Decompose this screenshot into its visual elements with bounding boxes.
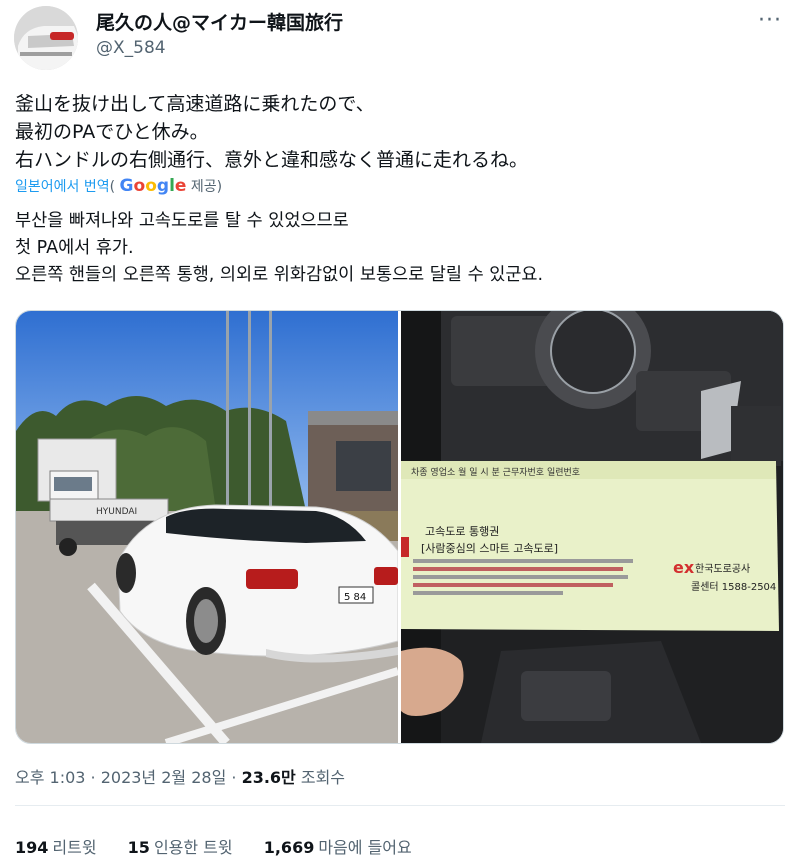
- ticket-photo[interactable]: 차종 영업소 월 일 시 분 근무자번호 일련번호 고속도로 통행권 [사람중심…: [401, 311, 783, 743]
- translated-text: 부산을 빠져나와 고속도로를 탈 수 있었으므로 첫 PA에서 휴가. 오른쪽 …: [15, 211, 544, 285]
- svg-text:콜센터 1588-2504: 콜센터 1588-2504: [691, 581, 776, 593]
- tweet-meta: 오후 1:03 · 2023년 2월 28일 · 23.6만 조회수: [15, 768, 346, 787]
- quote-tweets-stat[interactable]: 15 인용한 트윗: [128, 838, 233, 857]
- translation-attribution: 일본어에서 번역( Google 제공): [15, 176, 223, 196]
- car-photo[interactable]: HYUNDAI 5 84: [16, 311, 398, 743]
- svg-text:HYUNDAI: HYUNDAI: [96, 507, 137, 517]
- retweets-stat[interactable]: 194 리트윗: [15, 838, 97, 857]
- svg-text:ex: ex: [673, 558, 695, 577]
- svg-text:고속도로 통행권: 고속도로 통행권: [425, 525, 499, 538]
- user-handle[interactable]: @X_584: [96, 38, 166, 58]
- svg-text:[사람중심의 스마트 고속도로]: [사람중심의 스마트 고속도로]: [421, 542, 558, 555]
- timestamp[interactable]: 오후 1:03 · 2023년 2월 28일 ·: [15, 768, 242, 787]
- svg-text:5 84: 5 84: [344, 592, 366, 603]
- avatar[interactable]: [14, 6, 78, 70]
- media-grid[interactable]: HYUNDAI 5 84 차종 영업소 월 일 시 분 근무자번호 일련번호 고…: [15, 310, 784, 744]
- likes-stat[interactable]: 1,669 마음에 들어요: [264, 838, 412, 857]
- display-name[interactable]: 尾久の人@マイカー韓国旅行: [96, 8, 343, 35]
- svg-text:차종 영업소 월 일 시 분 근무자번호 일련: 차종 영업소 월 일 시 분 근무자번호 일련번호: [411, 466, 580, 478]
- more-icon[interactable]: ···: [758, 8, 782, 33]
- tweet-text: 釜山を抜け出して高速道路に乗れたので、 最初のPAでひと休み。 右ハンドルの右側…: [15, 93, 529, 171]
- svg-text:한국도로공사: 한국도로공사: [695, 563, 750, 575]
- view-count: 23.6만: [241, 768, 296, 787]
- divider: [15, 805, 785, 806]
- engagement-stats: 194 리트윗 15 인용한 트윗 1,669 마음에 들어요: [15, 834, 438, 858]
- google-logo: Google: [119, 176, 187, 196]
- translated-from-link[interactable]: 일본어에서 번역: [15, 179, 110, 195]
